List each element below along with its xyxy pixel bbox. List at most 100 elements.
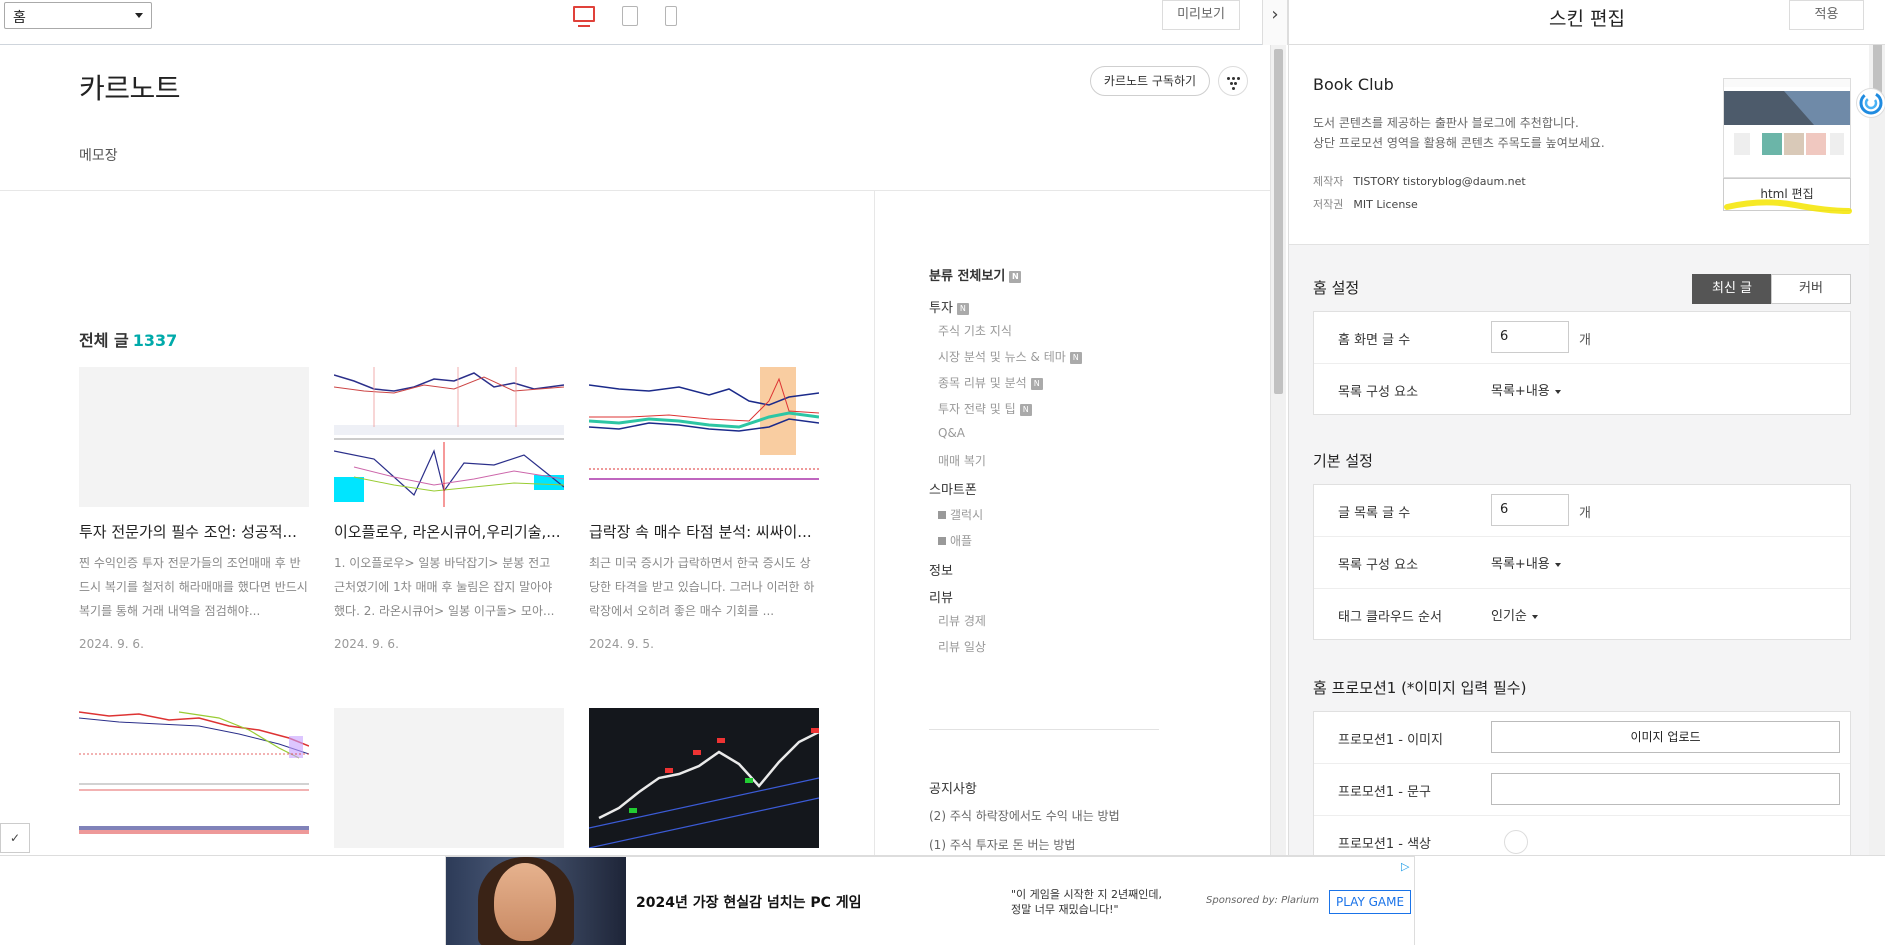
notice-title: 공지사항 <box>929 782 977 797</box>
mobile-view-icon[interactable] <box>665 6 677 26</box>
skin-panel-scrollbar[interactable] <box>1869 45 1885 855</box>
menu-icon[interactable] <box>1218 66 1248 96</box>
category-item-review-economy[interactable]: 리뷰 경제 <box>938 612 986 629</box>
advertisement-banner[interactable]: 2024년 가장 현실감 넘치는 PC 게임 "이 게임을 시작한 지 2년째인… <box>445 856 1415 945</box>
category-item-info[interactable]: 정보 <box>929 560 953 579</box>
setting-row: 프로모션1 - 문구 <box>1314 764 1850 816</box>
post-thumbnail[interactable] <box>334 708 564 848</box>
post-thumbnail[interactable] <box>79 708 309 848</box>
setting-label: 프로모션1 - 문구 <box>1338 785 1431 800</box>
category-item-galaxy[interactable]: 갤럭시 <box>938 506 983 523</box>
home-list-layout-dropdown[interactable]: 목록+내용 <box>1491 380 1561 399</box>
image-upload-button[interactable]: 이미지 업로드 <box>1491 721 1840 753</box>
category-item-market-analysis[interactable]: 시장 분석 및 뉴스 & 테마 N <box>938 348 1082 365</box>
swirl-app-icon[interactable] <box>1856 88 1885 118</box>
subscribe-button[interactable]: 카르노트 구독하기 <box>1090 66 1210 96</box>
post-thumbnail[interactable] <box>79 367 309 507</box>
promo1-settings-box: 프로모션1 - 이미지 이미지 업로드 프로모션1 - 문구 프로모션1 - 색… <box>1313 711 1851 855</box>
category-item-basics[interactable]: 주식 기초 지식 <box>938 322 1012 339</box>
new-badge: N <box>1069 351 1082 364</box>
skin-description: 도서 콘텐츠를 제공하는 출판사 블로그에 추천합니다. 상단 프로모션 영역을… <box>1313 113 1643 153</box>
category-all-link[interactable]: 분류 전체보기 N <box>929 265 1179 284</box>
category-item-review-daily[interactable]: 리뷰 일상 <box>938 638 986 655</box>
setting-label: 프로모션1 - 이미지 <box>1338 733 1443 748</box>
skin-description-line: 도서 콘텐츠를 제공하는 출판사 블로그에 추천합니다. <box>1313 116 1579 130</box>
check-icon[interactable]: ✓ <box>0 823 30 853</box>
post-title[interactable]: 급락장 속 매수 타점 분석: 씨싸이... <box>589 521 819 542</box>
desktop-view-icon[interactable] <box>573 6 595 27</box>
folder-icon <box>938 537 946 545</box>
collapse-panel-button[interactable]: › <box>1262 0 1288 45</box>
post-card[interactable]: 투자 전문가의 필수 조언: 성공적... 찐 수익인증 투자 전문가들의 조언… <box>79 367 309 651</box>
ad-headline[interactable]: 2024년 가장 현실감 넘치는 PC 게임 <box>636 892 862 912</box>
post-thumbnail[interactable] <box>589 708 819 848</box>
category-item-smartphone[interactable]: 스마트폰 <box>929 479 977 498</box>
category-item-invest[interactable]: 투자 N <box>929 297 969 316</box>
toggle-cover[interactable]: 커버 <box>1771 274 1851 304</box>
setting-row: 태그 클라우드 순서 인기순 <box>1314 589 1850 641</box>
category-item-stock-review[interactable]: 종목 리뷰 및 분석 N <box>938 374 1043 391</box>
posts-heading: 전체 글 1337 <box>79 327 177 351</box>
category-item-qna[interactable]: Q&A <box>938 426 965 440</box>
posts-heading-label: 전체 글 <box>79 331 129 350</box>
tablet-view-icon[interactable] <box>622 6 638 26</box>
toggle-latest-posts[interactable]: 최신 글 <box>1692 274 1772 304</box>
divider <box>874 191 875 855</box>
caret-down-icon <box>1531 614 1538 619</box>
basic-settings-box: 글 목록 글 수 6 개 목록 구성 요소 목록+내용 태그 클라우드 순서 인… <box>1313 484 1851 640</box>
home-post-count-input[interactable]: 6 <box>1491 321 1569 353</box>
list-post-count-input[interactable]: 6 <box>1491 494 1569 526</box>
stock-chart-thumbnail <box>589 708 819 848</box>
tag-cloud-order-dropdown[interactable]: 인기순 <box>1491 605 1538 624</box>
stock-chart-thumbnail <box>334 367 564 507</box>
category-item-strategy[interactable]: 투자 전략 및 팁N <box>938 400 1032 417</box>
category-label: 투자 전략 및 팁 <box>938 402 1016 416</box>
category-all-label: 분류 전체보기 <box>929 269 1006 284</box>
folder-icon <box>938 511 946 519</box>
color-picker[interactable] <box>1504 830 1528 854</box>
ad-choices-icon[interactable]: ▷ <box>1401 860 1413 873</box>
ad-image-face <box>494 863 556 941</box>
menu-dot <box>1234 82 1237 85</box>
nav-memo-link[interactable]: 메모장 <box>79 145 118 165</box>
new-badge: N <box>1019 403 1032 416</box>
post-thumbnail[interactable] <box>589 367 819 507</box>
preview-button[interactable]: 미리보기 <box>1162 0 1240 30</box>
post-title[interactable]: 이오플로우, 라온시큐어,우리기술,... <box>334 521 564 542</box>
post-card[interactable] <box>334 708 564 848</box>
post-date: 2024. 9. 6. <box>79 637 144 651</box>
advertisement-bar: 2024년 가장 현실감 넘치는 PC 게임 "이 게임을 시작한 지 2년째인… <box>0 855 1885 945</box>
preview-scrollbar[interactable] <box>1270 45 1286 855</box>
post-thumbnail[interactable] <box>334 367 564 507</box>
home-mode-toggle: 최신 글 커버 <box>1692 274 1851 304</box>
menu-dot <box>1237 77 1240 80</box>
new-badge: N <box>956 302 969 315</box>
post-card[interactable]: 급락장 속 매수 타점 분석: 씨싸이... 최근 미국 증시가 급락하면서 한… <box>589 367 819 651</box>
apply-button[interactable]: 적용 <box>1789 0 1864 30</box>
ad-image[interactable] <box>446 857 626 945</box>
setting-row: 홈 화면 글 수 6 개 <box>1314 312 1850 364</box>
post-card[interactable] <box>79 708 309 848</box>
promo1-text-input[interactable] <box>1491 773 1840 805</box>
post-date: 2024. 9. 6. <box>334 637 399 651</box>
blog-title[interactable]: 카르노트 <box>79 67 181 107</box>
panel-title: 스킨 편집 <box>1549 8 1625 30</box>
notice-item[interactable]: (2) 주식 하락장에서도 수익 내는 방법 <box>929 807 1120 824</box>
setting-row: 프로모션1 - 색상 <box>1314 816 1850 855</box>
notice-item[interactable]: (1) 주식 투자로 돈 버는 방법 <box>929 836 1075 853</box>
category-item-apple[interactable]: 애플 <box>938 532 972 549</box>
skin-edit-panel: 스킨 편집 적용 Book Club 도서 콘텐츠를 제공하는 출판사 블로그에… <box>1288 0 1885 855</box>
post-card[interactable] <box>589 708 819 848</box>
setting-label: 목록 구성 요소 <box>1338 385 1419 400</box>
category-item-review[interactable]: 리뷰 <box>929 587 953 606</box>
blog-preview: 카르노트 카르노트 구독하기 메모장 전체 글 1337 투자 전문가의 필수 조… <box>0 45 1270 855</box>
preview-toolbar: 홈 미리보기 <box>0 0 1262 45</box>
list-layout-dropdown[interactable]: 목록+내용 <box>1491 553 1561 572</box>
play-game-button[interactable]: PLAY GAME <box>1329 890 1411 914</box>
post-title[interactable]: 투자 전문가의 필수 조언: 성공적... <box>79 521 309 542</box>
post-excerpt: 최근 미국 증시가 급락하면서 한국 증시도 상당한 타격을 받고 있습니다. … <box>589 556 815 618</box>
page-select-dropdown[interactable]: 홈 <box>4 2 152 29</box>
post-card[interactable]: 이오플로우, 라온시큐어,우리기술,... 1. 이오플로우> 일봉 바닥잡기>… <box>334 367 564 651</box>
category-item-trade-review[interactable]: 매매 복기 <box>938 452 986 469</box>
scrollbar-thumb[interactable] <box>1274 49 1283 394</box>
